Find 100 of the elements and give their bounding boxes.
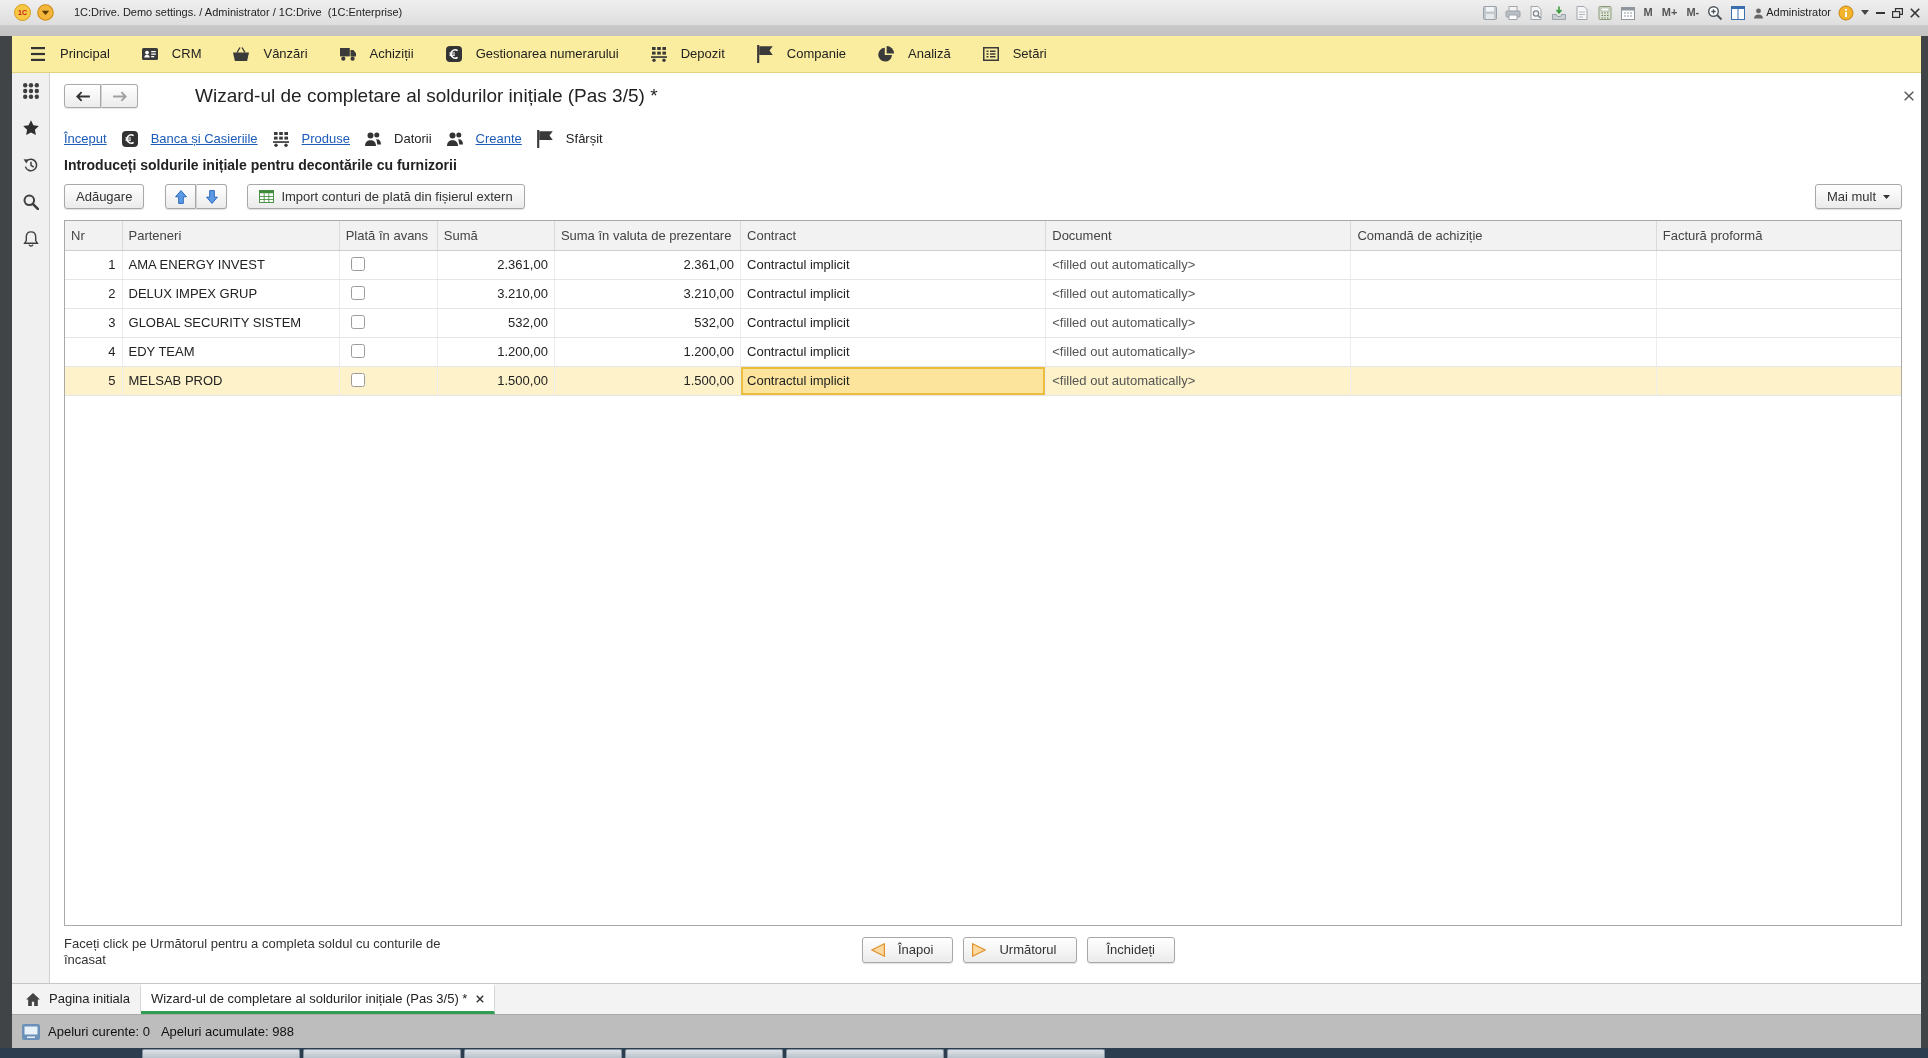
menu-item[interactable]: Vânzări — [233, 44, 308, 64]
checkbox[interactable] — [350, 343, 365, 358]
user-icon — [1753, 6, 1765, 19]
memory-button[interactable]: M- — [1685, 4, 1701, 21]
taskbar-button[interactable] — [303, 1049, 461, 1058]
history-icon[interactable] — [22, 157, 39, 173]
add-button[interactable]: Adăugare — [64, 184, 145, 209]
back-button[interactable]: Înapoi — [862, 937, 954, 963]
import-button[interactable]: Import conturi de plată din fișierul extern — [247, 184, 525, 209]
menu-item[interactable]: Principal — [30, 44, 110, 64]
document-icon[interactable] — [1573, 4, 1590, 21]
calendar-icon[interactable] — [1619, 4, 1636, 21]
column-header[interactable]: Parteneri — [122, 221, 340, 250]
table-cell: 1.500,00 — [554, 366, 741, 395]
menu-item[interactable]: Depozit — [650, 44, 725, 64]
move-down-button[interactable] — [196, 184, 228, 209]
table-row[interactable]: 1 AMA ENERGY INVEST 2.361,00 2.361,00 Contractul implicit <filled out automatically> — [65, 250, 1901, 279]
column-header[interactable]: Sumă — [437, 221, 555, 250]
memory-button[interactable]: M — [1642, 4, 1654, 21]
form-title: Wizard-ul de completare al soldurilor inițiale (Pas 3/5) * — [195, 83, 658, 108]
menu-item[interactable]: Companie — [756, 44, 847, 64]
user-button[interactable]: Administrator — [1753, 4, 1831, 21]
table-cell: 3.210,00 — [437, 279, 555, 308]
zoom-in-icon[interactable] — [1707, 4, 1724, 21]
panels-icon[interactable] — [1730, 4, 1747, 21]
close-icon[interactable] — [476, 995, 485, 1003]
column-header[interactable]: Factură proformă — [1656, 221, 1901, 250]
table-cell: 2.361,00 — [554, 250, 741, 279]
column-header[interactable]: Nr — [65, 221, 123, 250]
menu-item[interactable]: CRM — [141, 44, 202, 64]
table-row[interactable]: 5 MELSAB PROD 1.500,00 1.500,00 Contractul implicit <filled out automatically> — [65, 366, 1901, 395]
taskbar-button[interactable] — [947, 1049, 1105, 1058]
monitor-icon[interactable] — [22, 1023, 40, 1040]
triangle-right-icon — [972, 943, 987, 957]
checkbox[interactable] — [350, 372, 365, 387]
menu-item[interactable]: Setări — [982, 44, 1047, 64]
menu-item[interactable]: Achiziții — [339, 44, 414, 64]
table-row[interactable]: 4 EDY TEAM 1.200,00 1.200,00 Contractul implicit <filled out automatically> — [65, 337, 1901, 366]
calculator-icon[interactable] — [1596, 4, 1613, 21]
status-text: Apeluri curente: 0 — [48, 1022, 150, 1041]
table-row[interactable]: 2 DELUX IMPEX GRUP 3.210,00 3.210,00 Contractul implicit <filled out automatically> — [65, 279, 1901, 308]
table-cell: MELSAB PROD — [122, 366, 340, 395]
truck-icon — [339, 47, 356, 61]
table-row[interactable]: 3 GLOBAL SECURITY SISTEM 532,00 532,00 Contractul implicit <filled out automatically> — [65, 308, 1901, 337]
arrow-left-icon — [75, 90, 90, 102]
menu-item[interactable]: Gestionarea numerarului — [445, 44, 619, 64]
basket-icon — [233, 47, 250, 61]
euro-icon — [121, 131, 138, 147]
bell-icon[interactable] — [22, 231, 39, 247]
close-icon[interactable] — [1910, 7, 1920, 18]
step-label: Datorii — [394, 130, 432, 149]
step-link[interactable]: Banca și Casieriile — [150, 129, 258, 149]
column-header[interactable]: Contract — [740, 221, 1046, 250]
step-link[interactable]: Creante — [475, 129, 522, 149]
column-header[interactable]: Suma în valuta de prezentare — [554, 221, 741, 250]
hint-text: Faceți click pe Următorul pentru a completa soldul cu conturile de încasat — [64, 936, 442, 968]
pie-chart-icon — [878, 46, 895, 62]
tab[interactable]: Wizard-ul de completare al soldurilor inițiale (Pas 3/5) * — [140, 984, 496, 1014]
minimize-icon[interactable] — [1876, 11, 1885, 14]
column-header[interactable]: Document — [1045, 221, 1351, 250]
step-link[interactable]: Produse — [301, 129, 350, 149]
apps-icon[interactable] — [22, 83, 39, 99]
taskbar-button[interactable] — [464, 1049, 622, 1058]
move-up-button[interactable] — [165, 184, 197, 209]
taskbar-button[interactable] — [786, 1049, 944, 1058]
checkbox[interactable] — [350, 256, 365, 271]
taskbar-button[interactable] — [625, 1049, 783, 1058]
caret-icon — [1883, 194, 1890, 199]
caret-icon[interactable] — [37, 4, 54, 21]
close-icon[interactable] — [1904, 91, 1914, 101]
tray-icon[interactable] — [1550, 4, 1567, 21]
document-search-icon[interactable] — [1527, 4, 1544, 21]
column-header[interactable]: Plată în avans — [339, 221, 438, 250]
table-cell: Contractul implicit — [740, 250, 1046, 279]
table-cell: 2 — [65, 279, 123, 308]
checkbox[interactable] — [350, 285, 365, 300]
window-title: 1C:Drive. Demo settings. / Administrator / 1C:Drive (1C:Enterprise) — [74, 5, 403, 20]
table-cell: 3.210,00 — [554, 279, 741, 308]
table-cell: DELUX IMPEX GRUP — [122, 279, 340, 308]
memory-button[interactable]: M+ — [1660, 4, 1679, 21]
close-button[interactable]: Închideți — [1086, 937, 1175, 963]
back-button[interactable] — [64, 84, 101, 108]
checkbox[interactable] — [350, 314, 365, 329]
info-icon[interactable] — [1838, 4, 1854, 21]
flag-icon — [756, 45, 773, 63]
star-icon[interactable] — [22, 120, 39, 136]
search-icon[interactable] — [22, 194, 39, 210]
printer-icon[interactable] — [1504, 4, 1521, 21]
step-link[interactable]: Început — [64, 129, 107, 149]
table-cell: EDY TEAM — [122, 337, 340, 366]
table-cell: AMA ENERGY INVEST — [122, 250, 340, 279]
restore-icon[interactable] — [1892, 7, 1903, 18]
taskbar-button[interactable] — [142, 1049, 300, 1058]
more-button[interactable]: Mai mult — [1814, 184, 1902, 209]
caret-icon[interactable] — [1861, 10, 1869, 15]
table-cell: Contractul implicit — [740, 279, 1046, 308]
column-header[interactable]: Comandă de achiziție — [1351, 221, 1657, 250]
menu-item[interactable]: Analiză — [878, 44, 951, 64]
home-icon — [26, 992, 40, 1006]
next-button[interactable]: Următorul — [963, 937, 1077, 963]
